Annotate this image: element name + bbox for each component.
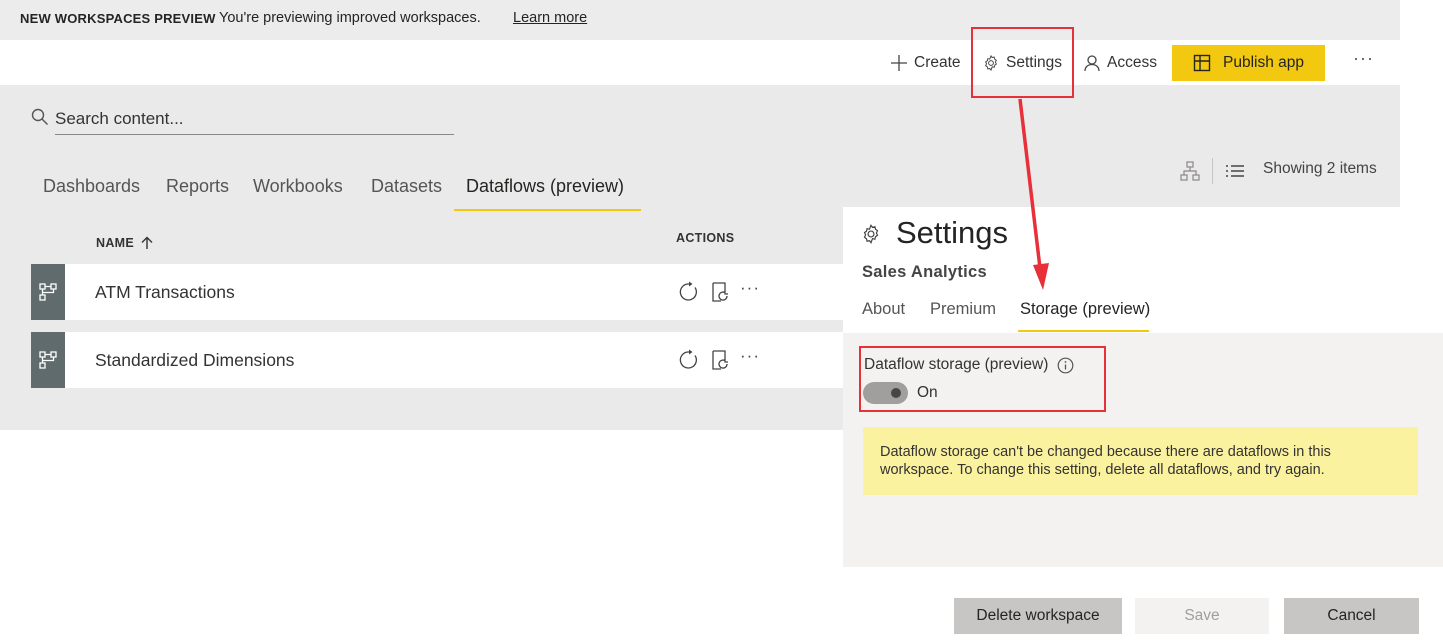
create-label: Create [914,54,961,71]
row-more-button[interactable]: ··· [740,278,760,298]
row-name[interactable]: ATM Transactions [95,282,235,303]
active-tab-indicator [454,209,641,211]
schedule-refresh-icon[interactable] [709,349,731,371]
schedule-refresh-icon[interactable] [709,281,731,303]
view-switcher [1180,158,1245,184]
tab-datasets[interactable]: Datasets [371,176,442,197]
more-options-button[interactable]: ··· [1353,48,1374,69]
list-view-icon[interactable] [1225,163,1245,179]
column-name-label: NAME [96,236,135,250]
tab-reports[interactable]: Reports [166,176,229,197]
lineage-view-icon[interactable] [1180,160,1200,182]
settings-title: Settings [896,215,1009,250]
search-input[interactable] [55,104,454,135]
view-divider [1212,158,1213,184]
access-button[interactable]: Access [1083,44,1157,82]
refresh-icon[interactable] [678,281,700,303]
save-button[interactable]: Save [1135,598,1269,634]
row-name[interactable]: Standardized Dimensions [95,350,294,371]
delete-workspace-button[interactable]: Delete workspace [954,598,1122,634]
tab-workbooks[interactable]: Workbooks [253,176,343,197]
column-header-name[interactable]: NAME [96,236,154,250]
plus-icon [891,55,907,71]
row-actions: ··· [678,278,769,303]
tab-dashboards[interactable]: Dashboards [43,176,140,197]
dataflow-icon [31,332,65,388]
publish-app-label: Publish app [1222,54,1304,71]
banner-text: You're previewing improved workspaces. [219,10,481,26]
column-header-actions: ACTIONS [676,231,735,245]
active-tab-indicator [1018,330,1149,332]
gear-icon [863,224,879,244]
row-more-button[interactable]: ··· [740,346,760,366]
create-button[interactable]: Create [890,44,961,82]
table-row[interactable]: ATM Transactions ··· [31,264,843,320]
tab-storage[interactable]: Storage (preview) [1020,300,1150,319]
table-row[interactable]: Standardized Dimensions ··· [31,332,843,388]
tab-dataflows[interactable]: Dataflows (preview) [466,176,624,197]
publish-app-button[interactable]: Publish app [1172,45,1325,81]
sort-up-icon [141,236,153,249]
refresh-icon[interactable] [678,349,700,371]
storage-notice-text: Dataflow storage can't be changed becaus… [880,444,1331,478]
settings-highlight-box [971,27,1074,98]
cancel-button[interactable]: Cancel [1284,598,1419,634]
banner-title: NEW WORKSPACES PREVIEW [20,11,216,26]
learn-more-link[interactable]: Learn more [513,10,587,26]
workspace-name: Sales Analytics [862,263,987,281]
publish-app-icon [1193,54,1211,72]
item-count: Showing 2 items [1263,160,1377,177]
access-label: Access [1107,54,1157,71]
person-icon [1084,55,1100,72]
tab-premium[interactable]: Premium [930,300,996,319]
storage-highlight-box [859,346,1106,412]
search-icon [31,108,48,125]
row-actions: ··· [678,346,769,371]
tab-about[interactable]: About [862,300,905,319]
dataflow-icon [31,264,65,320]
